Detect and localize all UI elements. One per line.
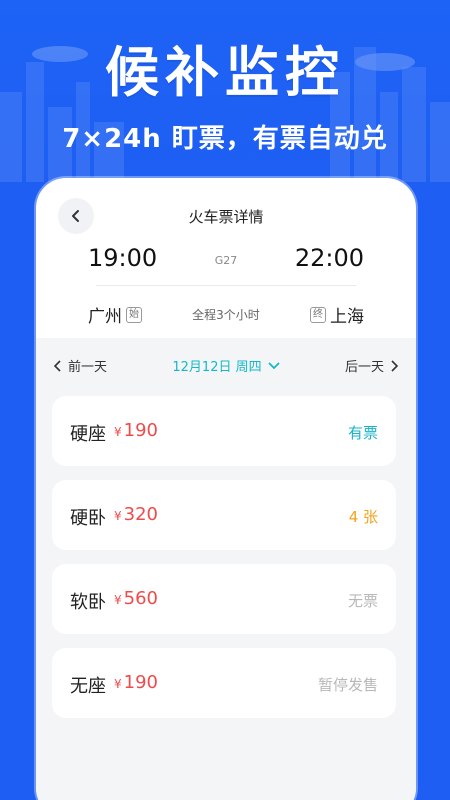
to-station-name: 上海 bbox=[330, 307, 364, 327]
current-date-label: 12月12日 周四 bbox=[172, 360, 262, 375]
seat-card-hard-sleeper[interactable]: 硬卧 ¥320 4 张 bbox=[52, 480, 396, 550]
hero-title: 候补监控 bbox=[105, 41, 345, 104]
chevron-down-icon bbox=[267, 361, 280, 369]
seat-availability: 暂停发售 bbox=[317, 676, 378, 694]
train-times: 19:00 G27 22:00 bbox=[36, 244, 416, 288]
date-selector: 前一天 12月12日 周四 后一天 bbox=[36, 356, 416, 378]
terminal-tag: 终 bbox=[310, 306, 326, 323]
next-day-button[interactable]: 后一天 bbox=[345, 356, 398, 375]
station-row: 广州 始 全程3个小时 终 上海 bbox=[36, 302, 416, 328]
seat-availability: 有票 bbox=[347, 424, 378, 442]
seat-card-hard-seat[interactable]: 硬座 ¥190 有票 bbox=[52, 396, 396, 466]
seat-type: 硬座 bbox=[70, 424, 106, 445]
phone-screen: 火车票详情 19:00 G27 22:00 广州 始 全程3个小时 终 上海 前… bbox=[36, 178, 416, 800]
seat-price: ¥190 bbox=[114, 420, 158, 441]
seat-availability: 无票 bbox=[347, 592, 378, 610]
seat-card-no-seat[interactable]: 无座 ¥190 暂停发售 bbox=[52, 648, 396, 718]
seat-price: ¥190 bbox=[114, 672, 158, 693]
seat-type: 无座 bbox=[70, 676, 106, 697]
hero-banner: 候补监控 7×24h 盯票，有票自动兑 bbox=[0, 0, 450, 200]
nav-bar: 火车票详情 bbox=[36, 198, 416, 238]
seat-type: 软卧 bbox=[70, 592, 106, 613]
arrive-time: 22:00 bbox=[294, 244, 364, 272]
chevron-right-icon bbox=[391, 359, 398, 372]
to-station: 终 上海 bbox=[306, 302, 364, 327]
seat-section: 前一天 12月12日 周四 后一天 硬座 ¥190 有票 硬卧 ¥320 4 张… bbox=[36, 338, 416, 800]
seat-price: ¥320 bbox=[114, 504, 158, 525]
seat-type: 硬卧 bbox=[70, 508, 106, 529]
seat-price: ¥560 bbox=[114, 588, 158, 609]
next-day-label: 后一天 bbox=[344, 360, 384, 375]
hero-subtitle: 7×24h 盯票，有票自动兑 bbox=[62, 124, 388, 154]
page-title: 火车票详情 bbox=[188, 208, 264, 226]
seat-card-soft-sleeper[interactable]: 软卧 ¥560 无票 bbox=[52, 564, 396, 634]
route-divider bbox=[96, 285, 356, 286]
seat-availability: 4 张 bbox=[348, 508, 378, 526]
